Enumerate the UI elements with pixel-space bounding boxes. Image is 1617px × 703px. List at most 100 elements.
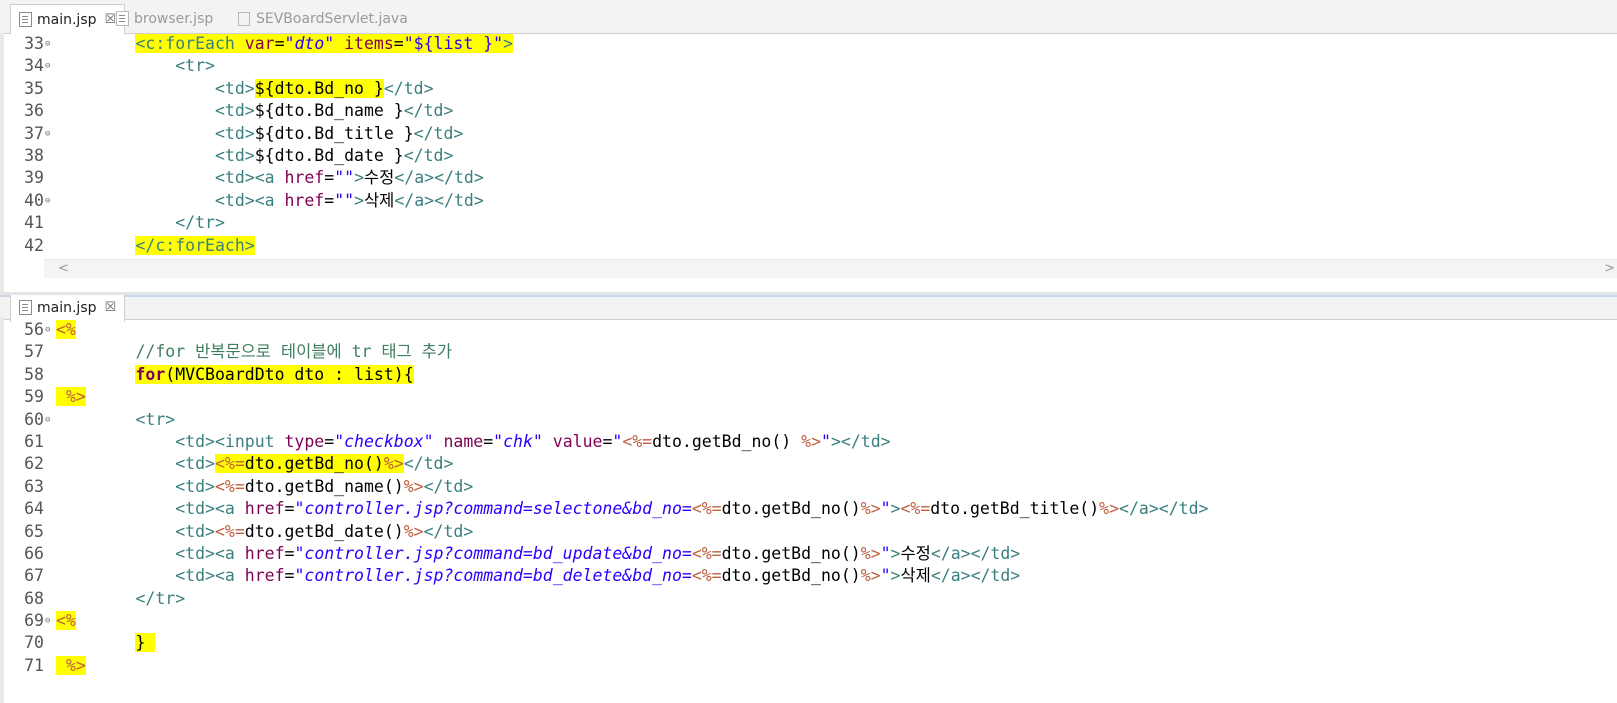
fold-icon[interactable]: ⊖ (45, 615, 50, 627)
line-number: 34 (24, 56, 44, 76)
bottom-tab-bar: main.jsp ☒ (0, 295, 1617, 322)
code-line: 36 <td>${dto.Bd_name }</td> (0, 100, 1617, 122)
code-line: 65 <td><%=dto.getBd_date()%></td> (0, 521, 1617, 543)
tab-sevboardservlet-java[interactable]: SEVBoardServlet.java (230, 4, 416, 33)
tab-label: browser.jsp (134, 10, 214, 27)
code-line: 41 </tr> (0, 212, 1617, 234)
scroll-right-arrow-icon[interactable]: > (1604, 260, 1615, 278)
code-text: <td>${dto.Bd_no }</td> (214, 78, 434, 98)
code-line: 33 ⊖ <c:forEach var="dto" items="${list … (0, 33, 1617, 55)
fold-icon[interactable]: ⊖ (45, 128, 50, 140)
code-line: 58 for(MVCBoardDto dto : list){ (0, 364, 1617, 386)
line-number: 63 (24, 476, 44, 496)
line-number: 37 (24, 123, 44, 143)
line-number: 59 (24, 387, 44, 407)
code-line: 68 </tr> (0, 588, 1617, 610)
code-line: 42 </c:forEach> (0, 235, 1617, 257)
code-line: 66 <td><a href="controller.jsp?command=b… (0, 543, 1617, 565)
fold-icon[interactable]: ⊖ (45, 195, 50, 207)
line-number: 67 (24, 566, 44, 586)
line-number: 69 (24, 611, 44, 631)
jsp-file-icon (19, 300, 32, 315)
fold-icon[interactable]: ⊖ (45, 60, 50, 72)
line-number: 40 (24, 190, 44, 210)
line-number: 33 (24, 34, 44, 53)
code-line: 60 ⊖ <tr> (0, 409, 1617, 431)
line-number: 35 (24, 78, 44, 98)
code-text: <td><%=dto.getBd_no()%></td> (175, 454, 454, 474)
line-number: 66 (24, 543, 44, 563)
code-text: <% (56, 320, 76, 339)
code-line: 64 <td><a href="controller.jsp?command=s… (0, 498, 1617, 520)
code-text: <td><a href="controller.jsp?command=bd_d… (175, 566, 1021, 586)
jsp-file-icon (116, 11, 129, 26)
code-line: 59 %> (0, 386, 1617, 408)
code-text: </c:forEach> (135, 235, 255, 255)
code-text: <% (56, 611, 76, 631)
tab-label: main.jsp (37, 299, 97, 316)
code-line: 61 <td><input type="checkbox" name="chk"… (0, 431, 1617, 453)
line-number: 38 (24, 145, 44, 165)
code-text: for(MVCBoardDto dto : list){ (135, 364, 414, 384)
code-text: </tr> (175, 213, 225, 233)
line-number: 64 (24, 499, 44, 519)
code-text: <td><a href="">삭제</a></td> (214, 190, 484, 210)
close-icon[interactable]: ☒ (105, 300, 117, 315)
line-number: 61 (24, 431, 44, 451)
line-number: 62 (24, 454, 44, 474)
code-line: 37 ⊖ <td>${dto.Bd_title }</td> (0, 123, 1617, 145)
tab-label: main.jsp (37, 11, 97, 28)
line-number: 39 (24, 168, 44, 188)
tab-main-jsp[interactable]: main.jsp ☒ (10, 295, 126, 322)
code-line: 62 <td><%=dto.getBd_no()%></td> (0, 453, 1617, 475)
code-text: </tr> (135, 588, 186, 608)
line-number: 41 (24, 213, 44, 233)
code-line: 70 } (0, 632, 1617, 654)
line-number: 56 (24, 320, 44, 339)
code-text: %> (56, 655, 86, 677)
fold-icon[interactable]: ⊖ (45, 414, 50, 426)
code-text: %> (56, 386, 86, 408)
tab-label: SEVBoardServlet.java (256, 10, 408, 27)
line-number: 58 (24, 364, 44, 384)
code-text: <c:forEach var="dto" items="${list }"> (135, 34, 514, 53)
line-number: 42 (24, 235, 44, 255)
code-line: 40 ⊖ <td><a href="">삭제</a></td> (0, 190, 1617, 212)
line-number: 71 (24, 655, 44, 675)
code-line: 67 <td><a href="controller.jsp?command=b… (0, 565, 1617, 587)
top-tab-bar: main.jsp ☒ browser.jsp SEVBoardServlet.j… (0, 0, 1617, 34)
code-line: 38 <td>${dto.Bd_date }</td> (0, 145, 1617, 167)
code-text: <td><a href="controller.jsp?command=sele… (175, 499, 1209, 519)
code-text: <td>${dto.Bd_name }</td> (214, 101, 454, 121)
line-number: 36 (24, 101, 44, 121)
code-text: <td><a href="">수정</a></td> (214, 168, 484, 188)
code-line: 57 //for 반복문으로 테이블에 tr 태그 추가 (0, 341, 1617, 363)
bottom-code-area[interactable]: 56 ⊖ <% 57 //for 반복문으로 테이블에 tr 태그 추가 58 … (0, 319, 1617, 677)
line-number: 65 (24, 521, 44, 541)
fold-icon[interactable]: ⊖ (45, 324, 50, 336)
line-number: 60 (24, 409, 44, 429)
code-text: } (135, 633, 156, 653)
java-file-icon (238, 11, 250, 26)
tab-browser-jsp[interactable]: browser.jsp (108, 4, 221, 33)
top-code-area[interactable]: 33 ⊖ <c:forEach var="dto" items="${list … (0, 33, 1617, 257)
scroll-left-arrow-icon[interactable]: < (58, 260, 69, 278)
code-line: 34 ⊖ <tr> (0, 55, 1617, 77)
horizontal-scrollbar[interactable]: < > (44, 259, 1617, 278)
line-number: 70 (24, 633, 44, 653)
code-text: <td><input type="checkbox" name="chk" va… (175, 431, 891, 451)
line-number: 57 (24, 342, 44, 362)
top-editor-pane: main.jsp ☒ browser.jsp SEVBoardServlet.j… (0, 0, 1617, 292)
code-text: <td><a href="controller.jsp?command=bd_u… (175, 543, 1021, 563)
code-line: 71 %> (0, 655, 1617, 677)
code-line: 35 <td>${dto.Bd_no }</td> (0, 78, 1617, 100)
fold-icon[interactable]: ⊖ (45, 38, 50, 50)
code-text: //for 반복문으로 테이블에 tr 태그 추가 (135, 342, 453, 362)
code-text: <td>${dto.Bd_title }</td> (214, 123, 464, 143)
code-text: <td>${dto.Bd_date }</td> (214, 145, 454, 165)
code-text: <td><%=dto.getBd_name()%></td> (175, 476, 474, 496)
jsp-file-icon (19, 12, 32, 27)
code-text: <tr> (175, 56, 215, 76)
code-line: 69 ⊖ <% (0, 610, 1617, 632)
code-line: 56 ⊖ <% (0, 319, 1617, 341)
